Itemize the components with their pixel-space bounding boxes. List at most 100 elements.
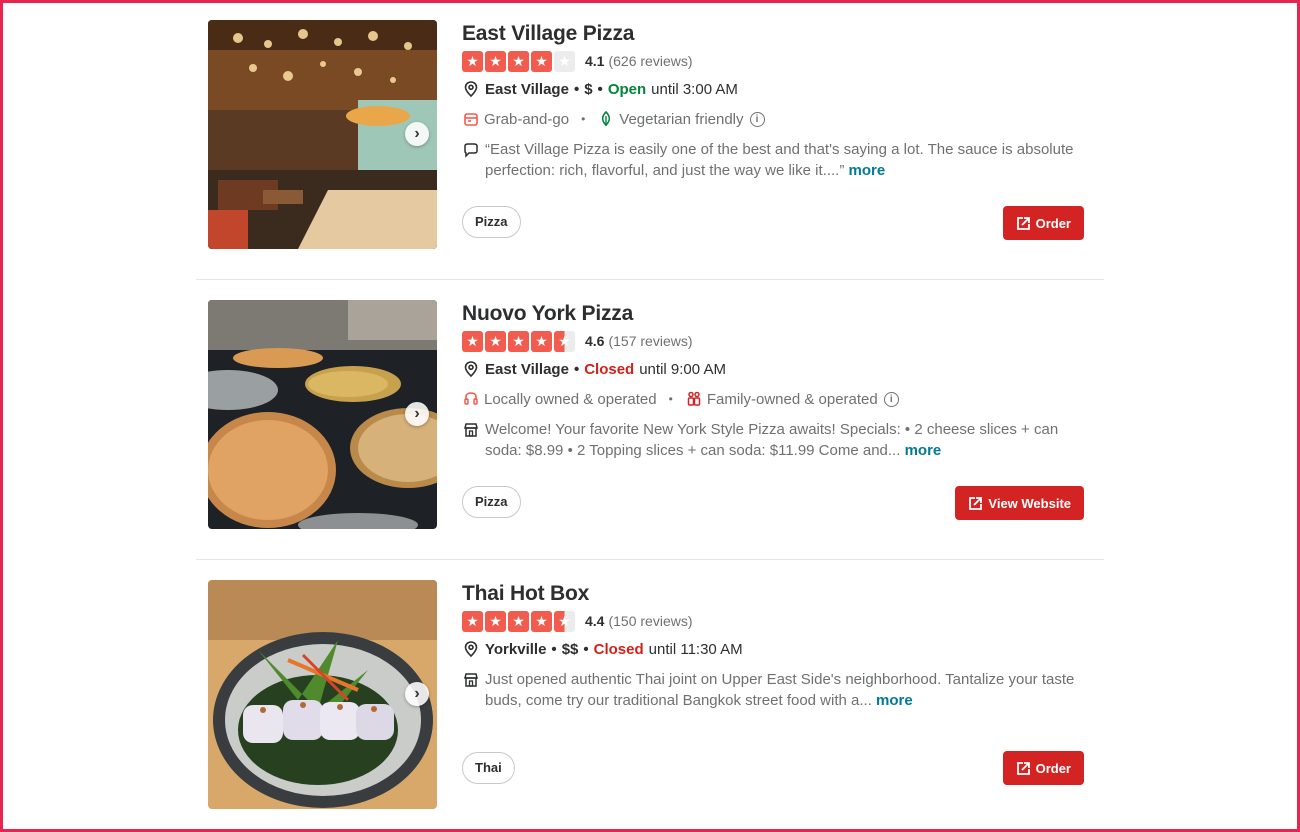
separator-dot: • <box>573 80 580 98</box>
view-website-button[interactable]: View Website <box>955 486 1084 520</box>
business-card: › Nuovo York Pizza ★ ★ ★ ★ ★ 4.6 (157 re… <box>196 280 1104 560</box>
snippet-text: “East Village Pizza is easily one of the… <box>485 141 1074 179</box>
location-pin-icon <box>462 360 480 378</box>
business-photo[interactable]: › <box>208 580 437 809</box>
star-icon: ★ <box>531 50 552 72</box>
star-icon: ★ <box>531 610 552 632</box>
hours: until 3:00 AM <box>651 80 738 98</box>
search-results-list: › East Village Pizza ★ ★ ★ ★ ★ 4.1 (626 … <box>196 0 1104 832</box>
rating-value: 4.1 <box>585 53 605 69</box>
star-empty-icon: ★ <box>554 50 575 72</box>
external-link-icon <box>1016 761 1031 776</box>
rating-value: 4.6 <box>585 333 605 349</box>
price-range: $$ <box>561 640 579 658</box>
external-link-icon <box>968 496 983 511</box>
separator-dot: • <box>581 112 586 126</box>
hours: until 9:00 AM <box>639 360 726 378</box>
rating-row: ★ ★ ★ ★ ★ 4.6 (157 reviews) <box>462 329 1102 353</box>
star-rating: ★ ★ ★ ★ ★ <box>462 610 575 632</box>
business-name[interactable]: East Village Pizza <box>462 20 1102 48</box>
business-photo[interactable]: › <box>208 300 437 529</box>
more-link[interactable]: more <box>849 162 886 179</box>
separator-dot: • <box>597 80 603 98</box>
location-pin-icon <box>462 80 480 98</box>
amenity-label: Grab-and-go <box>484 110 570 128</box>
business-photo[interactable]: › <box>208 20 437 249</box>
storefront-icon <box>462 421 480 439</box>
snippet-text: Just opened authentic Thai joint on Uppe… <box>485 671 1075 709</box>
rating-value: 4.4 <box>585 613 605 629</box>
business-card: › East Village Pizza ★ ★ ★ ★ ★ 4.1 (626 … <box>196 0 1104 280</box>
review-count[interactable]: (626 reviews) <box>608 53 692 69</box>
location-status-row: East Village • $ • Open until 3:00 AM <box>462 79 1102 99</box>
amenities-row: Grab-and-go • Vegetarian friendly i <box>462 109 1102 129</box>
separator-dot: • <box>573 360 580 378</box>
closed-status: Closed <box>584 360 635 378</box>
separator-dot: • <box>668 392 673 406</box>
neighborhood: East Village <box>485 360 569 378</box>
neighborhood: Yorkville <box>485 640 547 658</box>
order-button[interactable]: Order <box>1002 751 1084 785</box>
location-status-row: Yorkville • $$ • Closed until 11:30 AM <box>462 639 1102 659</box>
external-link-icon <box>1016 216 1031 231</box>
family-icon <box>685 390 703 408</box>
star-icon: ★ <box>462 50 483 72</box>
amenities-row: Locally owned & operated • Family-owned … <box>462 389 1102 409</box>
category-tag[interactable]: Pizza <box>462 486 521 518</box>
star-icon: ★ <box>508 330 529 352</box>
star-icon: ★ <box>462 330 483 352</box>
open-status: Open <box>607 80 647 98</box>
star-icon: ★ <box>462 610 483 632</box>
business-description: Welcome! Your favorite New York Style Pi… <box>462 419 1102 461</box>
review-count[interactable]: (150 reviews) <box>608 613 692 629</box>
info-icon[interactable]: i <box>749 111 765 127</box>
next-photo-chevron-icon[interactable]: › <box>405 402 429 426</box>
star-icon: ★ <box>531 330 552 352</box>
business-name[interactable]: Thai Hot Box <box>462 580 1102 608</box>
price-range: $ <box>584 80 593 98</box>
business-description: Just opened authentic Thai joint on Uppe… <box>462 669 1102 711</box>
order-button-label: Order <box>1035 760 1071 776</box>
more-link[interactable]: more <box>876 692 913 709</box>
separator-dot: • <box>551 640 557 658</box>
next-photo-chevron-icon[interactable]: › <box>405 122 429 146</box>
rating-row: ★ ★ ★ ★ ★ 4.1 (626 reviews) <box>462 49 1102 73</box>
speech-bubble-icon <box>462 141 480 159</box>
leaf-icon <box>597 110 615 128</box>
star-icon: ★ <box>485 610 506 632</box>
star-rating: ★ ★ ★ ★ ★ <box>462 50 575 72</box>
star-icon: ★ <box>485 330 506 352</box>
snippet-text: Welcome! Your favorite New York Style Pi… <box>485 421 1059 459</box>
order-button-label: Order <box>1035 215 1071 231</box>
amenity-label: Vegetarian friendly <box>619 110 744 128</box>
amenity-label: Locally owned & operated <box>484 390 657 408</box>
storefront-icon <box>462 671 480 689</box>
star-icon: ★ <box>485 50 506 72</box>
grab-and-go-icon <box>462 110 480 128</box>
view-website-button-label: View Website <box>988 495 1071 511</box>
category-tag[interactable]: Pizza <box>462 206 521 238</box>
rating-row: ★ ★ ★ ★ ★ 4.4 (150 reviews) <box>462 609 1102 633</box>
star-icon: ★ <box>508 610 529 632</box>
more-link[interactable]: more <box>905 442 942 459</box>
star-half-icon: ★ <box>554 330 575 352</box>
star-icon: ★ <box>508 50 529 72</box>
hours: until 11:30 AM <box>648 640 743 658</box>
location-status-row: East Village • Closed until 9:00 AM <box>462 359 1102 379</box>
info-icon[interactable]: i <box>883 391 899 407</box>
business-name[interactable]: Nuovo York Pizza <box>462 300 1102 328</box>
separator-dot: • <box>583 640 589 658</box>
category-tag[interactable]: Thai <box>462 752 515 784</box>
review-count[interactable]: (157 reviews) <box>608 333 692 349</box>
locally-owned-icon <box>462 390 480 408</box>
star-half-icon: ★ <box>554 610 575 632</box>
amenity-label: Family-owned & operated <box>706 390 878 408</box>
location-pin-icon <box>462 640 480 658</box>
star-rating: ★ ★ ★ ★ ★ <box>462 330 575 352</box>
review-snippet: “East Village Pizza is easily one of the… <box>462 139 1102 181</box>
order-button[interactable]: Order <box>1002 206 1084 240</box>
business-card: › Thai Hot Box ★ ★ ★ ★ ★ 4.4 (150 review… <box>196 560 1104 832</box>
neighborhood: East Village <box>485 80 569 98</box>
next-photo-chevron-icon[interactable]: › <box>405 682 429 706</box>
closed-status: Closed <box>593 640 644 658</box>
